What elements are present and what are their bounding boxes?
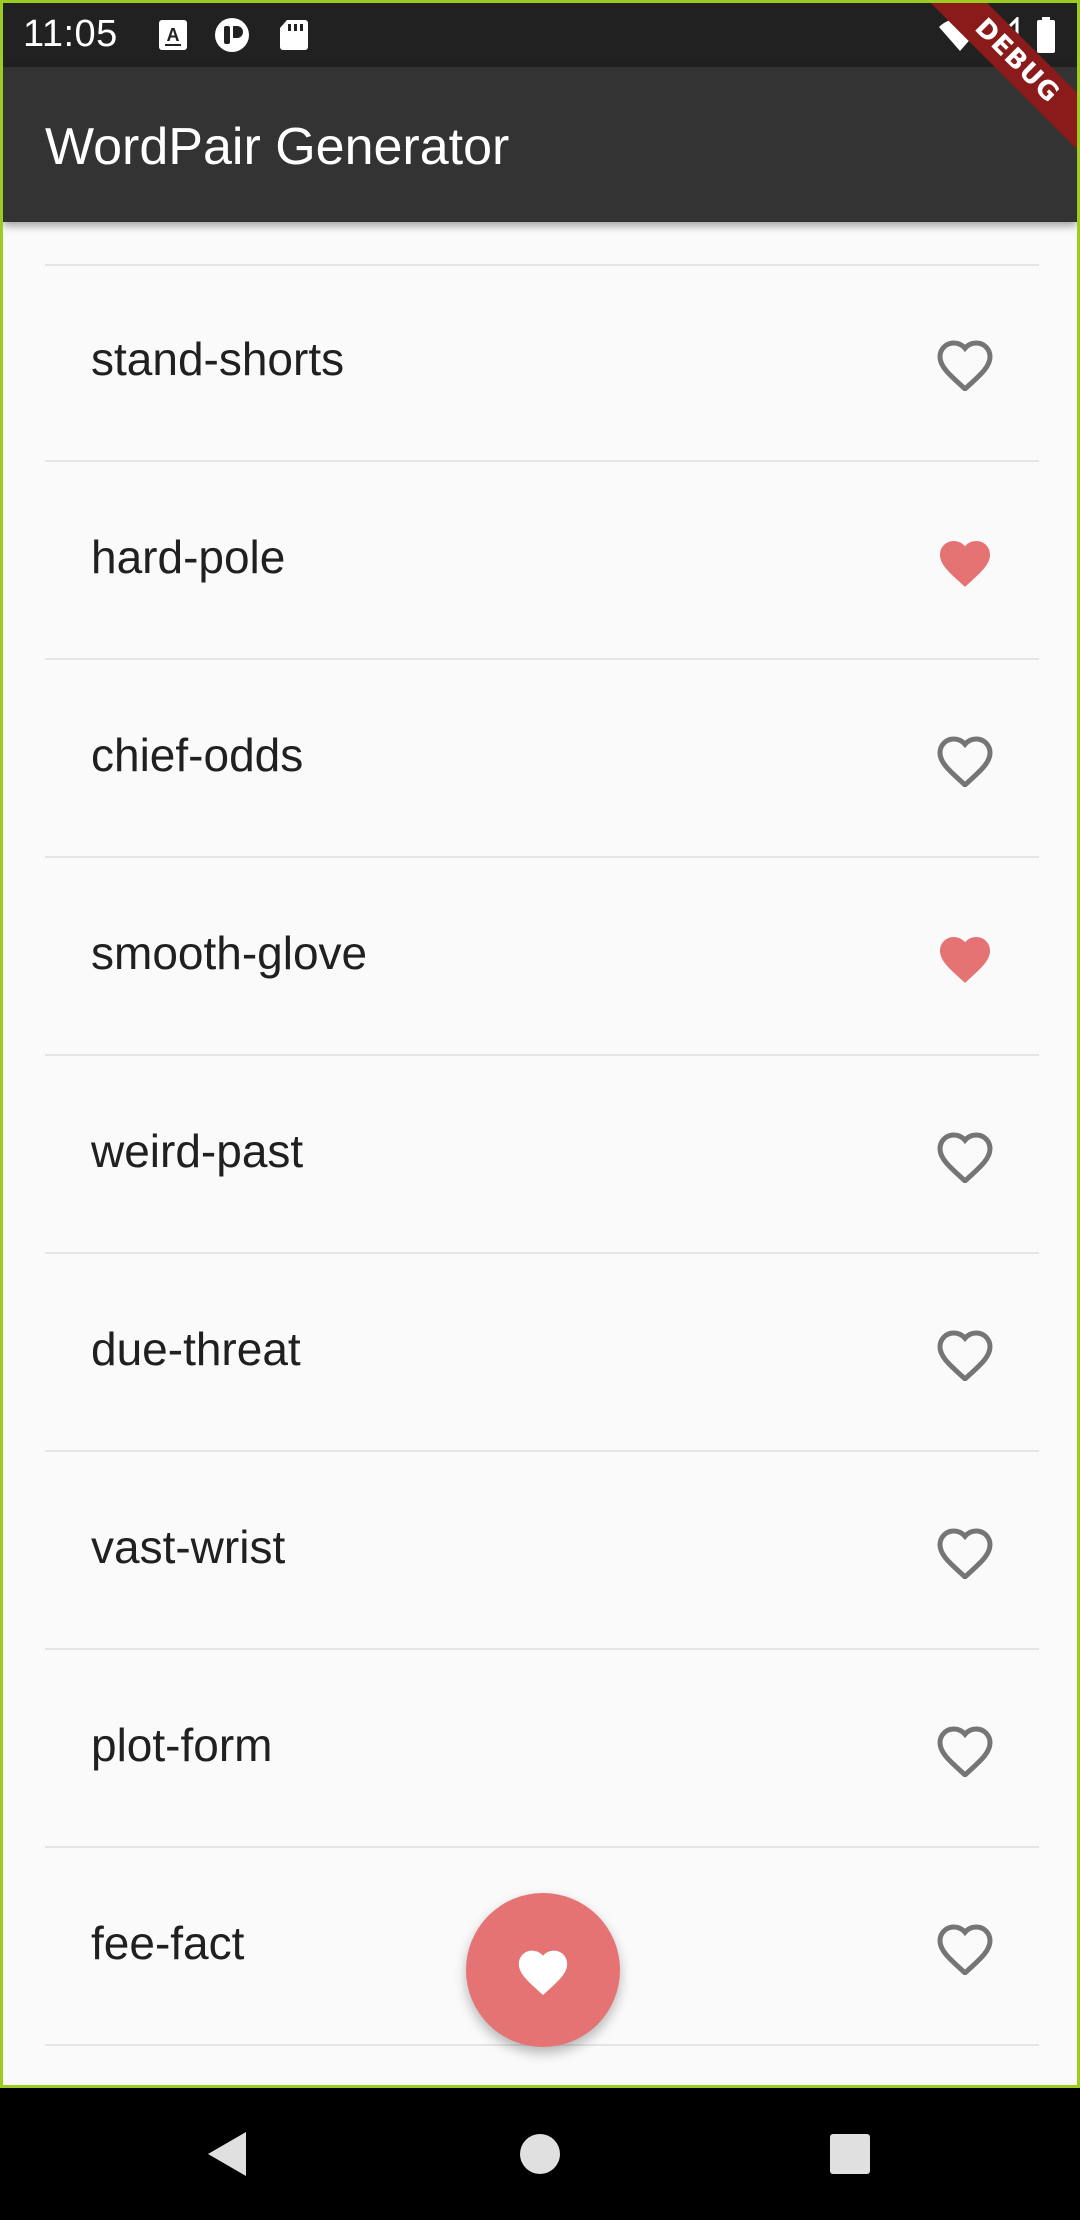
word-pair-label: hard-pole (91, 531, 286, 583)
heart-outline-icon[interactable] (935, 1127, 995, 1183)
heart-outline-icon[interactable] (935, 1721, 995, 1777)
list-item[interactable]: chief-odds (45, 660, 1039, 858)
word-pair-label: plot-form (91, 1719, 273, 1771)
sync-icon (215, 18, 249, 52)
heart-outline-icon[interactable] (935, 1919, 995, 1975)
word-pair-label: stand-shorts (91, 333, 345, 385)
list-item[interactable]: plot-form (45, 1650, 1039, 1848)
recents-icon[interactable] (820, 2124, 880, 2184)
heart-icon (518, 1950, 568, 1996)
list-item[interactable]: stand-shorts (45, 264, 1039, 462)
svg-text:A: A (167, 25, 180, 45)
list-item[interactable]: hard-pole (45, 462, 1039, 660)
word-pair-label: smooth-glove (91, 927, 368, 979)
word-pair-list[interactable]: stand-shorts hard-pole chief-odds smooth-gl… (3, 264, 1077, 2046)
word-pair-label: vast-wrist (91, 1521, 286, 1573)
status-time: 11:05 (23, 13, 118, 55)
status-bar: 11:05 A (3, 3, 1077, 67)
word-pair-label: weird-past (91, 1125, 304, 1177)
saved-favorites-fab[interactable] (466, 1893, 620, 2047)
heart-outline-icon[interactable] (935, 1325, 995, 1381)
navigation-bar (0, 2088, 1080, 2220)
favorite-heart-icon[interactable] (935, 533, 995, 589)
back-icon[interactable] (200, 2124, 260, 2184)
page-title: WordPair Generator (45, 118, 510, 176)
list-item[interactable]: smooth-glove (45, 858, 1039, 1056)
list-item[interactable]: due-threat (45, 1254, 1039, 1452)
home-icon[interactable] (510, 2124, 570, 2184)
word-pair-label: fee-fact (91, 1917, 245, 1969)
app-bar: WordPair Generator (3, 67, 1077, 222)
list-item[interactable]: weird-past (45, 1056, 1039, 1254)
word-pair-label: chief-odds (91, 729, 304, 781)
font-icon: A (159, 20, 187, 50)
heart-outline-icon[interactable] (935, 731, 995, 787)
word-pair-label: due-threat (91, 1323, 301, 1375)
app-screen: 11:05 A WordPair Generator DEBUG stand-s… (0, 0, 1080, 2088)
battery-icon (1037, 17, 1055, 53)
heart-outline-icon[interactable] (935, 335, 995, 391)
favorite-heart-icon[interactable] (935, 929, 995, 985)
list-item[interactable]: vast-wrist (45, 1452, 1039, 1650)
sd-card-icon (280, 20, 308, 50)
heart-outline-icon[interactable] (935, 1523, 995, 1579)
